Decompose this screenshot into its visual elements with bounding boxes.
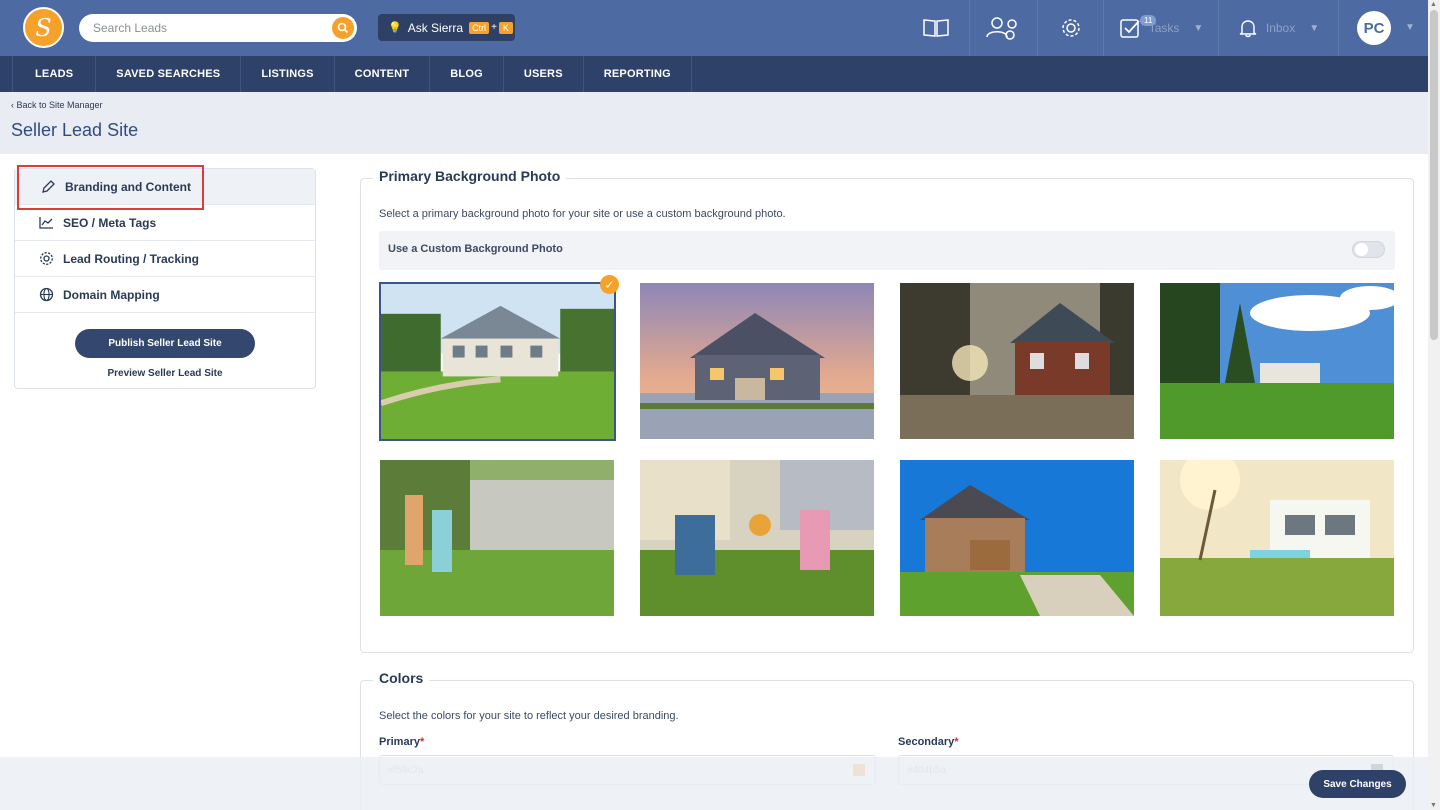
sidebar-item-label: Lead Routing / Tracking — [63, 251, 200, 266]
family-photo — [380, 460, 614, 616]
house-photo — [381, 284, 614, 439]
page-title: Seller Lead Site — [11, 120, 139, 140]
primary-color-label-text: Primary — [379, 736, 420, 748]
preview-site-link[interactable]: Preview Seller Lead Site — [75, 368, 255, 379]
secondary-color-label-text: Secondary — [898, 736, 955, 748]
scrollbar[interactable]: ▲ ▼ — [1428, 0, 1440, 810]
sidebar-item-lead-routing[interactable]: Lead Routing / Tracking — [15, 241, 315, 277]
nav-item-users[interactable]: USERS — [504, 56, 584, 92]
house-photo — [900, 283, 1134, 439]
gear-icon — [1061, 19, 1080, 37]
gear-icon — [39, 251, 55, 266]
colors-panel-title: Colors — [373, 670, 430, 686]
task-check-icon — [1119, 19, 1140, 38]
bell-icon — [1239, 20, 1257, 38]
search-button[interactable] — [332, 17, 354, 39]
required-mark: * — [419, 736, 425, 748]
search-input[interactable] — [79, 14, 319, 42]
colors-description: Select the colors for your site to refle… — [379, 710, 679, 722]
custom-photo-row: Use a Custom Background Photo — [379, 231, 1395, 270]
background-photo-4[interactable] — [1160, 283, 1394, 439]
back-to-site-manager-link[interactable]: ‹ Back to Site Manager — [11, 100, 103, 110]
book-icon — [923, 19, 949, 37]
sidebar-item-label: SEO / Meta Tags — [63, 215, 157, 230]
scroll-down-arrow-icon[interactable]: ▼ — [1430, 802, 1437, 809]
inbox-button[interactable]: Inbox ▼ — [1218, 0, 1338, 56]
secondary-color-label: Secondary* — [898, 736, 959, 748]
shortcut-key-k: K — [498, 21, 513, 34]
sidebar-item-label: Domain Mapping — [63, 287, 160, 302]
background-photo-1[interactable] — [379, 282, 616, 441]
sidebar-item-seo[interactable]: SEO / Meta Tags — [15, 205, 315, 241]
globe-icon — [39, 287, 55, 302]
team-button[interactable] — [969, 0, 1037, 56]
nav-item-blog[interactable]: BLOG — [430, 56, 504, 92]
sidebar-item-domain-mapping[interactable]: Domain Mapping — [15, 277, 315, 313]
nav-item-saved-searches[interactable]: SAVED SEARCHES — [96, 56, 242, 92]
guide-button[interactable] — [903, 0, 969, 56]
house-photo — [640, 283, 874, 439]
background-photo-2[interactable] — [640, 283, 874, 439]
family-photo — [640, 460, 874, 616]
chevron-down-icon: ▼ — [1193, 22, 1204, 34]
shortcut-key-ctrl: Ctrl — [469, 21, 490, 34]
nav-item-reporting[interactable]: REPORTING — [584, 56, 692, 92]
shortcut-plus: + — [491, 22, 497, 33]
settings-button[interactable] — [1037, 0, 1103, 56]
nav-item-leads[interactable]: LEADS — [12, 56, 97, 92]
bottom-action-bar — [0, 757, 1428, 810]
custom-photo-toggle[interactable] — [1352, 241, 1385, 258]
search-box — [79, 14, 357, 42]
primary-color-label: Primary* — [379, 736, 424, 748]
sierra-logo[interactable]: S — [23, 7, 64, 48]
house-photo — [900, 460, 1134, 616]
lightbulb-icon: 💡 — [388, 22, 402, 34]
users-icon — [985, 17, 1017, 40]
tasks-count-badge: 11 — [1140, 15, 1157, 26]
active-item-highlight — [17, 165, 204, 210]
ask-sierra-button[interactable]: 💡 Ask Sierra Ctrl + K — [378, 14, 515, 41]
background-panel-title: Primary Background Photo — [373, 168, 567, 184]
top-bar: S 💡 Ask Sierra Ctrl + K 11 Tasks ▼ Inbox… — [0, 0, 1428, 56]
scroll-up-arrow-icon[interactable]: ▲ — [1430, 1, 1437, 8]
save-changes-button[interactable]: Save Changes — [1309, 770, 1406, 798]
background-description: Select a primary background photo for yo… — [379, 208, 786, 220]
avatar[interactable]: PC — [1357, 11, 1391, 45]
scrollbar-thumb[interactable] — [1430, 10, 1438, 340]
background-photo-5[interactable] — [380, 460, 614, 616]
custom-photo-label: Use a Custom Background Photo — [388, 243, 563, 255]
selected-check-icon: ✓ — [600, 275, 619, 294]
background-photo-3[interactable] — [900, 283, 1134, 439]
chevron-down-icon[interactable]: ▼ — [1405, 22, 1415, 33]
house-photo — [1160, 460, 1394, 616]
nav-item-listings[interactable]: LISTINGS — [241, 56, 335, 92]
publish-site-button[interactable]: Publish Seller Lead Site — [75, 329, 255, 358]
background-photo-7[interactable] — [900, 460, 1134, 616]
required-mark: * — [954, 736, 959, 748]
background-photo-6[interactable] — [640, 460, 874, 616]
house-photo — [1160, 283, 1394, 439]
page-header: ‹ Back to Site Manager Seller Lead Site — [0, 92, 1428, 154]
tasks-button[interactable]: 11 Tasks ▼ — [1103, 0, 1218, 56]
inbox-label: Inbox — [1265, 21, 1296, 35]
nav-item-content[interactable]: CONTENT — [335, 56, 431, 92]
main-nav: LEADS SAVED SEARCHES LISTINGS CONTENT BL… — [0, 56, 1428, 92]
ask-sierra-label: Ask Sierra — [407, 20, 464, 35]
chevron-down-icon: ▼ — [1309, 22, 1320, 34]
background-photo-8[interactable] — [1160, 460, 1394, 616]
search-icon — [337, 22, 349, 34]
chart-line-icon — [39, 216, 55, 229]
